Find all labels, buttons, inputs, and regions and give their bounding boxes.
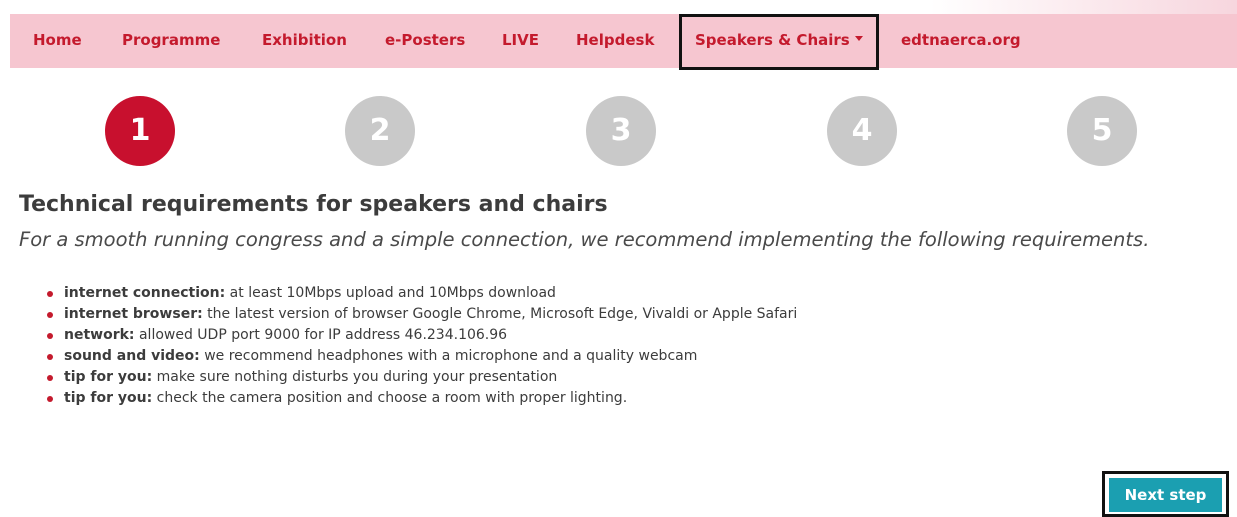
requirements-list: internet connection: at least 10Mbps upl… [44, 283, 797, 409]
nav-speakers-chairs-label: Speakers & Chairs [695, 31, 850, 49]
list-item: internet browser: the latest version of … [44, 304, 797, 325]
nav-speakers-chairs[interactable]: Speakers & Chairs [679, 14, 879, 70]
main-navigation: Home Programme Exhibition e-Posters LIVE… [10, 14, 1237, 70]
requirement-label: tip for you: [64, 369, 153, 385]
caret-down-icon [854, 36, 863, 41]
step-4: 4 [827, 96, 897, 166]
requirement-text: allowed UDP port 9000 for IP address 46.… [134, 327, 508, 343]
nav-live[interactable]: LIVE [502, 14, 539, 68]
nav-e-posters[interactable]: e-Posters [385, 14, 465, 68]
requirement-label: tip for you: [64, 390, 153, 406]
header-decoration [930, 0, 1237, 14]
step-3: 3 [586, 96, 656, 166]
step-2: 2 [345, 96, 415, 166]
requirement-text: the latest version of browser Google Chr… [202, 306, 798, 322]
step-1: 1 [105, 96, 175, 166]
page-title: Technical requirements for speakers and … [19, 192, 608, 217]
list-item: tip for you: make sure nothing disturbs … [44, 367, 797, 388]
requirement-label: network: [64, 327, 135, 343]
requirement-label: internet browser: [64, 306, 203, 322]
page: Home Programme Exhibition e-Posters LIVE… [0, 0, 1237, 517]
requirement-text: at least 10Mbps upload and 10Mbps downlo… [225, 285, 556, 301]
nav-programme[interactable]: Programme [122, 14, 220, 68]
list-item: network: allowed UDP port 9000 for IP ad… [44, 325, 797, 346]
requirement-label: sound and video: [64, 348, 200, 364]
nav-helpdesk[interactable]: Helpdesk [576, 14, 654, 68]
requirement-label: internet connection: [64, 285, 226, 301]
page-subtitle: For a smooth running congress and a simp… [19, 228, 1150, 251]
requirement-text: we recommend headphones with a microphon… [199, 348, 698, 364]
list-item: tip for you: check the camera position a… [44, 388, 797, 409]
step-5: 5 [1067, 96, 1137, 166]
list-item: sound and video: we recommend headphones… [44, 346, 797, 367]
next-step-highlight: Next step [1102, 471, 1229, 517]
nav-edtnaerca[interactable]: edtnaerca.org [901, 14, 1021, 68]
nav-home[interactable]: Home [33, 14, 82, 68]
list-item: internet connection: at least 10Mbps upl… [44, 283, 797, 304]
requirement-text: check the camera position and choose a r… [152, 390, 628, 406]
nav-exhibition[interactable]: Exhibition [262, 14, 347, 68]
next-step-button[interactable]: Next step [1109, 478, 1222, 512]
requirement-text: make sure nothing disturbs you during yo… [152, 369, 558, 385]
